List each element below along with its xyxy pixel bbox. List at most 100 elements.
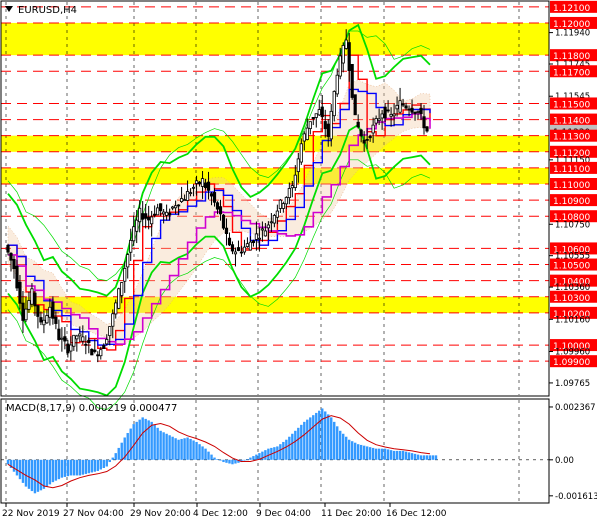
candle-body	[51, 301, 55, 319]
macd-histogram-bar	[126, 433, 129, 460]
macd-title: MACD(8,17,9) 0.000219 0.000477	[6, 403, 177, 414]
macd-histogram-bar	[120, 442, 123, 460]
macd-histogram-bar	[159, 430, 162, 460]
macd-histogram-bar	[404, 451, 408, 460]
price-chart[interactable]: 0.0023670.00-0.001613 1.121001.120001.11…	[0, 0, 597, 524]
candle-body	[197, 181, 202, 185]
macd-histogram-bar	[195, 441, 198, 460]
macd-histogram-bar	[60, 459, 64, 478]
macd-histogram-bar	[99, 459, 102, 470]
macd-histogram-bar	[264, 450, 267, 460]
macd-histogram-bar	[276, 446, 279, 460]
macd-histogram-bar	[398, 450, 402, 460]
candle-body	[230, 244, 235, 252]
candle-body	[39, 317, 43, 323]
macd-histogram-bar	[72, 459, 76, 476]
candle-body	[422, 116, 426, 129]
candle-body	[419, 107, 423, 114]
candle-body	[281, 203, 285, 209]
macd-histogram-bar	[51, 459, 55, 483]
candle-body	[153, 213, 157, 216]
candle-body	[141, 213, 145, 220]
time-axis-label: 4 Dec 12:00	[193, 509, 248, 519]
macd-histogram-bar	[204, 448, 207, 460]
candle-body	[251, 240, 256, 244]
support-resistance-zone-1	[1, 135, 549, 152]
macd-histogram-bar	[309, 417, 312, 460]
candle-body	[42, 319, 46, 326]
macd-histogram-bar	[117, 447, 120, 460]
price-level-label: 1.11500	[553, 100, 590, 110]
candle-body	[30, 288, 34, 305]
macd-histogram-bar	[18, 459, 22, 480]
macd-histogram-bar	[294, 430, 297, 460]
macd-histogram-bar	[282, 441, 285, 460]
macd-histogram-bar	[132, 424, 135, 460]
macd-histogram-bar	[321, 408, 324, 460]
support-resistance-zone-0	[1, 22, 549, 56]
candle-body	[329, 110, 333, 140]
macd-histogram-bar	[153, 424, 156, 460]
candle-body	[135, 219, 139, 232]
macd-histogram-bar	[228, 459, 231, 464]
candle-body	[413, 112, 417, 114]
candle-body	[404, 105, 408, 109]
macd-histogram-bar	[216, 459, 219, 460]
macd-axis-label: 0.002367	[555, 403, 596, 413]
macd-histogram-bar	[225, 459, 228, 463]
candle-body	[18, 281, 22, 304]
macd-histogram-bar	[350, 441, 354, 460]
price-axis-label: 1.10750	[555, 220, 590, 230]
time-axis-label: 9 Dec 04:00	[256, 509, 311, 519]
candle-body	[314, 113, 318, 118]
macd-histogram-bar	[21, 459, 25, 483]
macd-histogram-bar	[30, 459, 34, 492]
candle-body	[168, 212, 172, 216]
macd-histogram-bar	[66, 459, 70, 477]
candle-body	[356, 121, 360, 128]
candle-body	[395, 104, 399, 110]
candle-body	[81, 336, 85, 342]
candle-body	[221, 214, 226, 229]
candle-body	[398, 100, 402, 113]
candle-body	[75, 335, 79, 340]
macd-histogram-bar	[198, 444, 201, 460]
candle-body	[200, 178, 205, 187]
candle-body	[320, 106, 324, 118]
candle-body	[287, 188, 291, 199]
macd-histogram-bar	[111, 457, 114, 460]
price-level-label: 1.11000	[553, 181, 590, 191]
macd-histogram-bar	[210, 454, 213, 460]
macd-histogram-bar	[114, 453, 117, 460]
macd-histogram-bar	[249, 457, 252, 460]
price-level-label: 1.12100	[553, 4, 590, 14]
macd-histogram-bar	[219, 459, 222, 461]
candle-body	[254, 233, 259, 240]
candle-body	[401, 103, 405, 106]
candle-body	[138, 207, 142, 223]
candle-body	[117, 288, 121, 309]
macd-histogram-bar	[171, 436, 174, 460]
macd-histogram-bar	[392, 450, 396, 460]
macd-histogram-bar	[75, 459, 79, 476]
candle-body	[248, 241, 253, 251]
macd-histogram-bar	[150, 421, 153, 460]
candle-body	[12, 258, 16, 270]
candle-body	[215, 202, 220, 210]
candle-body	[6, 244, 10, 253]
candle-body	[347, 42, 351, 71]
candle-body	[263, 230, 267, 237]
candle-body	[15, 265, 19, 289]
macd-histogram-bar	[12, 459, 16, 472]
macd-histogram-bar	[279, 444, 282, 460]
candle-body	[290, 185, 294, 189]
candle-body	[176, 204, 181, 207]
macd-histogram-bar	[342, 433, 345, 460]
candle-body	[323, 121, 327, 130]
candle-body	[236, 247, 241, 251]
candle-body	[179, 198, 184, 203]
candle-body	[380, 113, 384, 119]
candle-body	[260, 228, 264, 231]
price-axis-label: 1.10160	[555, 315, 590, 325]
macd-histogram-bar	[371, 447, 375, 460]
